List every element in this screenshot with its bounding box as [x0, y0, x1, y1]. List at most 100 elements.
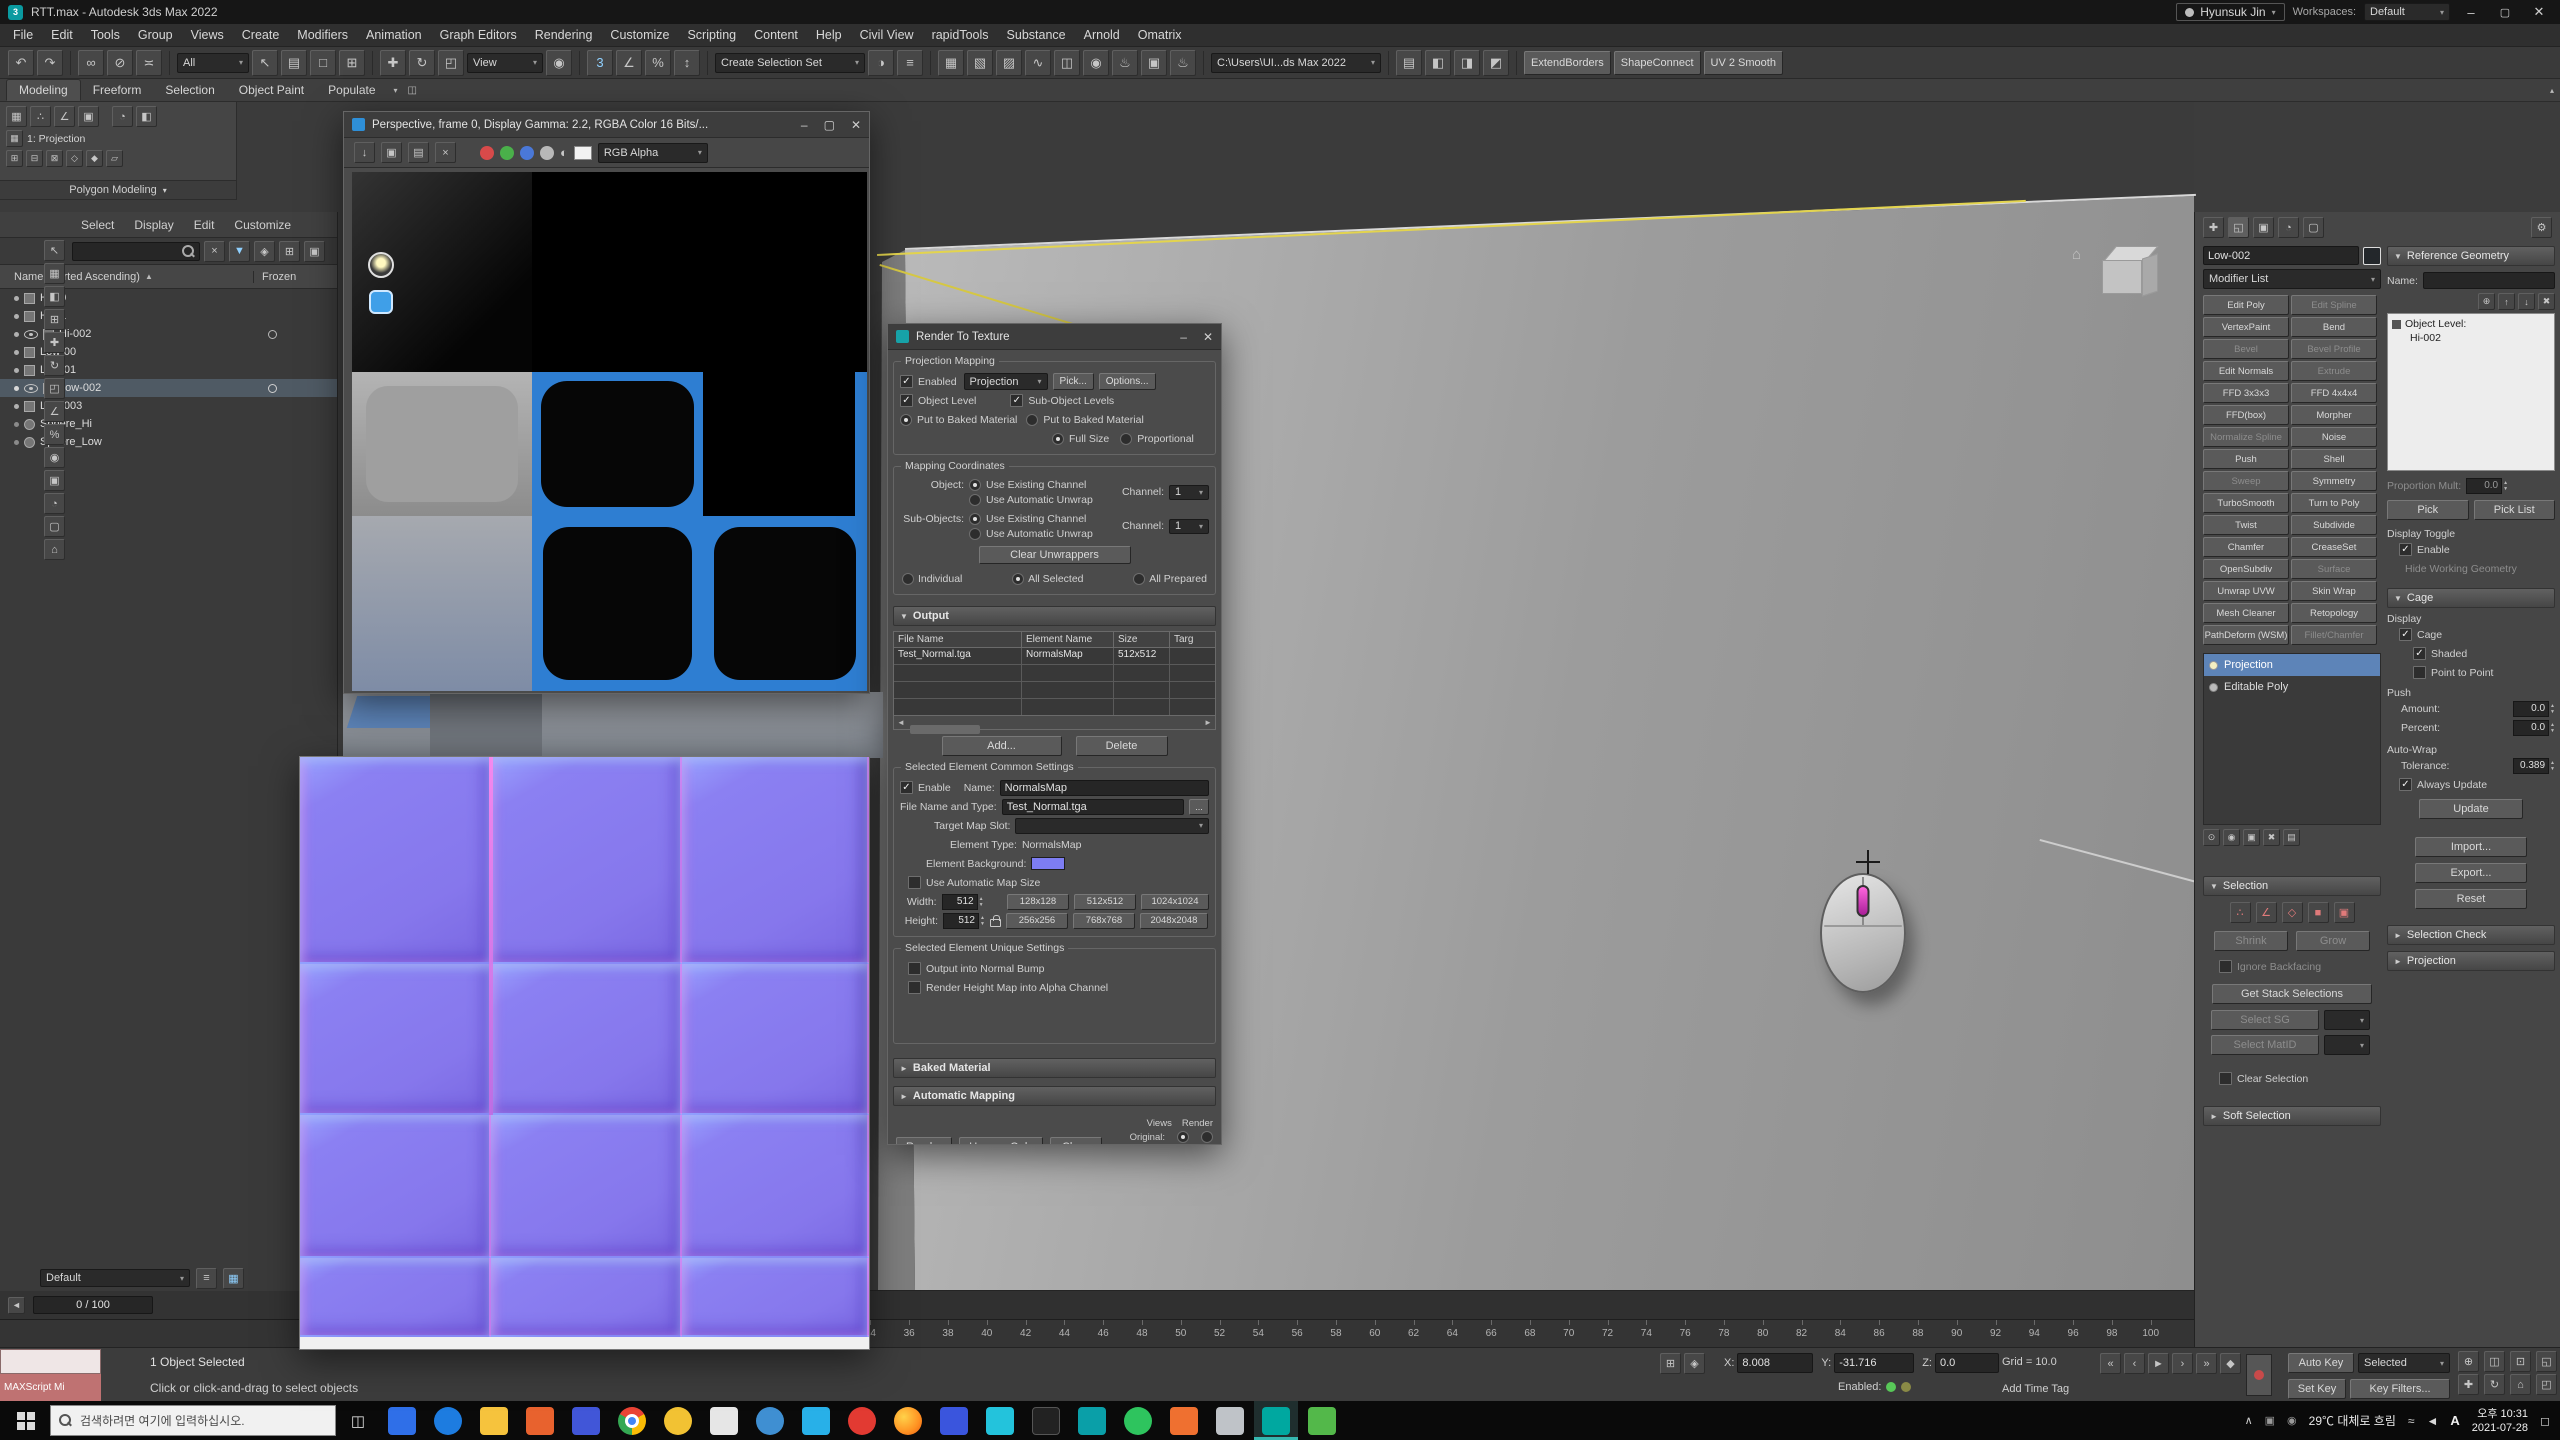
previous-frame-icon[interactable]: ◄	[8, 1297, 25, 1314]
ignore-backfacing-checkbox[interactable]	[2219, 960, 2232, 973]
snaps-toggle-icon[interactable]: 3	[587, 50, 613, 76]
explorer-menu-edit[interactable]: Edit	[185, 215, 224, 235]
uv-smooth-button[interactable]: UV 2 Smooth	[1704, 51, 1783, 75]
left-toolbar-icon-1[interactable]: ↖	[44, 240, 65, 261]
display-tab-icon[interactable]: ▢	[2303, 217, 2324, 238]
modifier-enabled-bulb-icon[interactable]	[2209, 661, 2218, 670]
select-by-name-icon[interactable]: ▤	[281, 50, 307, 76]
taskbar-search-box[interactable]: 검색하려면 여기에 입력하십시오.	[50, 1405, 336, 1436]
field-of-view-icon[interactable]: ◱	[2536, 1351, 2557, 1372]
tab-selection[interactable]: Selection	[153, 80, 226, 100]
network-icon[interactable]: ≈	[2408, 1414, 2415, 1428]
pick-projection-button[interactable]: Pick...	[1053, 373, 1094, 390]
scroll-left-icon[interactable]: ◄	[894, 718, 908, 727]
undo-icon[interactable]: ↶	[8, 50, 34, 76]
degradation-indicator[interactable]: Enabled:	[1838, 1381, 1911, 1393]
taskbar-app-icon-4[interactable]	[518, 1401, 562, 1440]
element-enable-checkbox[interactable]: ✓	[900, 781, 913, 794]
select-and-scale-icon[interactable]: ◰	[438, 50, 464, 76]
tab-populate[interactable]: Populate	[316, 80, 387, 100]
modifier-list-combo[interactable]: Modifier List▾	[2203, 269, 2381, 289]
select-object-icon[interactable]: ↖	[252, 50, 278, 76]
render-to-texture-dialog[interactable]: Render To Texture –✕ Projection Mapping …	[887, 323, 1222, 1145]
motion-tab-icon[interactable]: ◔	[2278, 217, 2299, 238]
render-button[interactable]: Render	[896, 1137, 952, 1145]
ime-indicator[interactable]: A	[2450, 1413, 2459, 1428]
element-file-field[interactable]: Test_Normal.tga	[1002, 799, 1184, 815]
all-prepared-radio[interactable]	[1133, 573, 1145, 585]
left-toolbar-icon-11[interactable]: ▣	[44, 470, 65, 491]
tab-object-paint[interactable]: Object Paint	[227, 80, 316, 100]
reference-name-field[interactable]	[2423, 272, 2555, 289]
delete-reference-icon[interactable]: ✖	[2538, 293, 2555, 310]
modifier-bend[interactable]: Bend	[2291, 317, 2377, 337]
edge-subobject-icon[interactable]: ∠	[2256, 902, 2277, 923]
extend-borders-button[interactable]: ExtendBorders	[1524, 51, 1611, 75]
object-level-checkbox[interactable]: ✓	[900, 394, 913, 407]
modifier-sweep[interactable]: Sweep	[2203, 471, 2289, 491]
print-image-icon[interactable]: ▤	[408, 142, 429, 163]
scroll-right-icon[interactable]: ►	[1201, 718, 1215, 727]
ribbon-tool-icon-4[interactable]: ◇	[66, 150, 83, 167]
maxscript-mini-listener-output[interactable]	[0, 1349, 101, 1374]
polygon-mode-icon[interactable]: ▣	[78, 106, 99, 127]
taskbar-app-icon-10[interactable]	[794, 1401, 838, 1440]
window-crossing-icon[interactable]: ⊞	[339, 50, 365, 76]
ribbon-dropdown-icon[interactable]: ▾	[394, 86, 398, 95]
modifier-skin-wrap[interactable]: Skin Wrap	[2291, 581, 2377, 601]
key-selected-combo[interactable]: Selected▾	[2358, 1353, 2450, 1373]
close-button[interactable]: ✕	[2526, 4, 2552, 20]
taskbar-app-icon-7[interactable]	[656, 1401, 700, 1440]
add-reference-icon[interactable]: ⊕	[2478, 293, 2495, 310]
rtt-minimize-button[interactable]: –	[1180, 330, 1187, 344]
toggle-layer-explorer-icon[interactable]: ▧	[967, 50, 993, 76]
schematic-view-icon[interactable]: ◫	[1054, 50, 1080, 76]
menu-edit[interactable]: Edit	[42, 25, 82, 45]
remove-modifier-icon[interactable]: ✖	[2263, 829, 2280, 846]
ribbon-tool-icon-5[interactable]: ◆	[86, 150, 103, 167]
viewcube-home-icon[interactable]: ⌂	[2072, 246, 2081, 263]
delete-element-button[interactable]: Delete	[1076, 736, 1168, 756]
selection-check-rollout-header[interactable]: ►Selection Check	[2387, 925, 2555, 945]
render-production-icon[interactable]: ♨	[1170, 50, 1196, 76]
modifier-noise[interactable]: Noise	[2291, 427, 2377, 447]
key-mode-toggle-icon[interactable]: ◆	[2220, 1353, 2241, 1374]
pin-panel-icon[interactable]: ◔	[112, 106, 133, 127]
modifier-ffd-box[interactable]: FFD(box)	[2203, 405, 2289, 425]
ribbon-tool-icon-6[interactable]: ▱	[106, 150, 123, 167]
track-grid-icon[interactable]: ▦	[223, 1268, 244, 1289]
hide-working-geometry-button[interactable]: Hide Working Geometry	[2405, 563, 2517, 575]
left-toolbar-icon-7[interactable]: ◰	[44, 378, 65, 399]
modifier-twist[interactable]: Twist	[2203, 515, 2289, 535]
left-toolbar-icon-4[interactable]: ⊞	[44, 309, 65, 330]
grow-button[interactable]: Grow	[2296, 931, 2370, 951]
selection-region-icon[interactable]: □	[310, 50, 336, 76]
get-stack-selections-button[interactable]: Get Stack Selections	[2212, 984, 2372, 1004]
modifier-fillet-chamfer[interactable]: Fillet/Chamfer	[2291, 625, 2377, 645]
add-element-button[interactable]: Add...	[942, 736, 1062, 756]
save-image-icon[interactable]: ↓	[354, 142, 375, 163]
lock-aspect-icon[interactable]	[990, 919, 1001, 927]
modifier-morpher[interactable]: Morpher	[2291, 405, 2377, 425]
taskbar-app-icon-15[interactable]	[1024, 1401, 1068, 1440]
project-folder-combo[interactable]: C:\Users\UI...ds Max 2022▾	[1211, 53, 1381, 73]
taskbar-app-icon-21[interactable]	[1300, 1401, 1344, 1440]
export-button[interactable]: Export...	[2415, 863, 2527, 883]
explorer-settings-icon[interactable]: ▣	[304, 241, 325, 262]
maxscript-mini-listener[interactable]: MAXScript Mi	[0, 1374, 101, 1401]
left-toolbar-icon-3[interactable]: ◧	[44, 286, 65, 307]
zoom-all-icon[interactable]: ◫	[2484, 1351, 2505, 1372]
percent-snap-icon[interactable]: %	[645, 50, 671, 76]
sg-combo[interactable]: ▾	[2324, 1010, 2370, 1030]
title-bar[interactable]: 3 RTT.max - Autodesk 3ds Max 2022 Hyunsu…	[0, 0, 2560, 24]
target-map-slot-combo[interactable]: ▾	[1015, 818, 1209, 834]
preview-subobject-icon[interactable]: ▦	[6, 106, 27, 127]
x-coordinate-field[interactable]: 8.008	[1737, 1353, 1813, 1373]
minimize-button[interactable]: –	[2458, 5, 2484, 20]
import-button[interactable]: Import...	[2415, 837, 2527, 857]
modifier-turbosmooth[interactable]: TurboSmooth	[2203, 493, 2289, 513]
size-768-button[interactable]: 768x768	[1073, 913, 1135, 929]
track-set-combo[interactable]: Default▾	[40, 1269, 190, 1287]
visibility-eye-icon[interactable]	[24, 330, 38, 339]
tolerance-spinner[interactable]: 0.389	[2513, 758, 2549, 774]
